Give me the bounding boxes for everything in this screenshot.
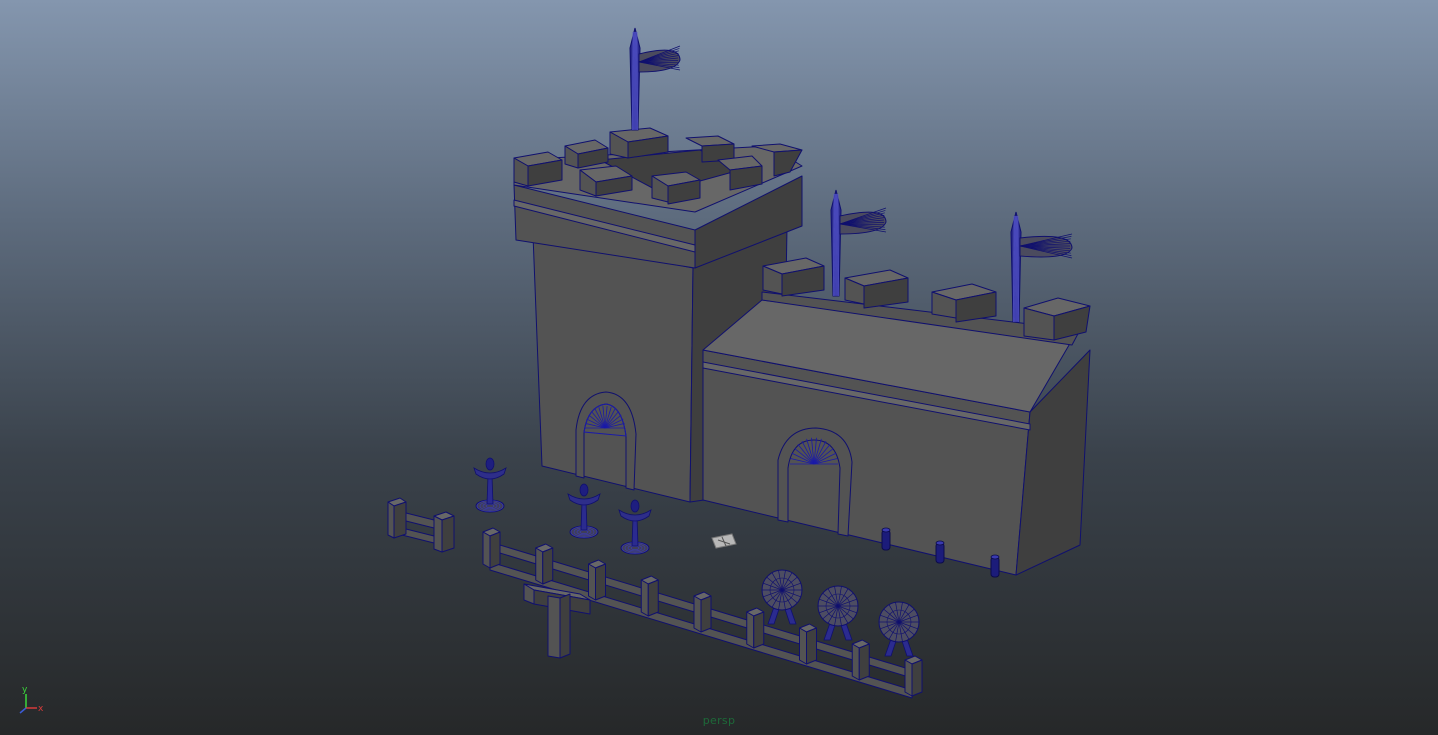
candle-stand-3[interactable] [618,499,652,555]
wheel-prop-1[interactable] [761,569,803,625]
post-3[interactable] [990,554,1000,578]
z-axis-line [19,707,27,714]
candle-stand-2[interactable] [567,483,601,539]
camera-name-label: persp [702,714,736,727]
wheel-prop-2[interactable] [817,585,859,641]
post-1[interactable] [881,527,891,551]
short-fence[interactable] [387,497,455,553]
tower-flag[interactable] [629,27,681,131]
x-axis-label: x [38,704,44,714]
wheel-prop-3[interactable] [878,601,920,657]
ground-marker[interactable] [711,533,737,549]
3d-viewport[interactable]: persp y x [0,0,1438,735]
axis-gizmo: y x [19,685,44,714]
y-axis-label: y [22,685,28,695]
signpost[interactable] [523,583,591,659]
castle-keep[interactable] [702,257,1091,576]
candle-stand-1[interactable] [473,457,507,513]
post-2[interactable] [935,540,945,564]
scene-canvas[interactable] [0,0,1438,735]
